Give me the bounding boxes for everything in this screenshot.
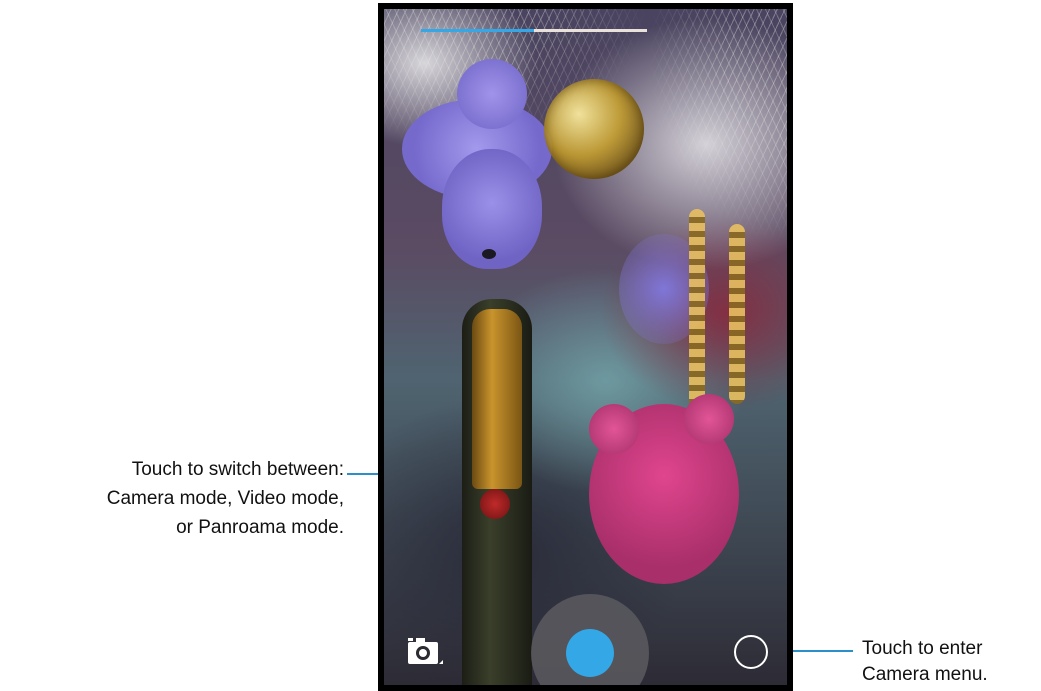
- progress-bar-fill: [421, 29, 534, 32]
- photo-pink-bear-ear: [589, 404, 639, 454]
- callout-text-line: or Panroama mode.: [176, 517, 344, 538]
- callout-text-line: Touch to enter: [862, 638, 983, 659]
- phone-frame: [378, 3, 793, 691]
- callout-text-line: Camera mode, Video mode,: [106, 488, 344, 509]
- camera-help-figure: Touch to switch between: Camera mode, Vi…: [0, 0, 1041, 691]
- photo-purple-bear: [402, 59, 552, 279]
- mode-switch-button[interactable]: [406, 634, 444, 668]
- callout-text-line: Touch to switch between:: [131, 459, 344, 480]
- menu-callout: Touch to enter Camera menu.: [862, 636, 988, 688]
- mode-switch-callout: Touch to switch between: Camera mode, Vi…: [0, 455, 344, 542]
- shutter-button[interactable]: [566, 629, 614, 677]
- camera-menu-button[interactable]: [734, 635, 768, 669]
- photo-purple-bear-nose: [482, 249, 496, 259]
- photo-purple-bear-ear: [457, 59, 527, 129]
- photo-pink-bear-ear: [684, 394, 734, 444]
- photo-bottle-foil: [472, 309, 522, 489]
- camera-viewfinder[interactable]: [384, 9, 787, 685]
- progress-bar: [421, 29, 647, 32]
- callout-text-line: Camera menu.: [862, 664, 988, 685]
- photo-bottle-seal: [480, 489, 510, 519]
- photo-gold-ornament: [544, 79, 644, 179]
- camera-icon: [408, 638, 443, 664]
